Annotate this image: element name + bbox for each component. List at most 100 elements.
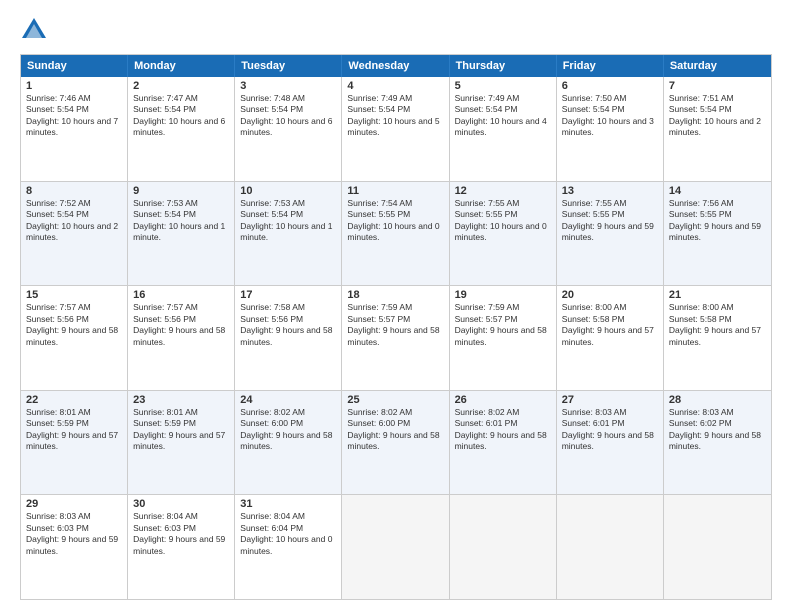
cell-info: Sunrise: 7:50 AMSunset: 5:54 PMDaylight:… xyxy=(562,93,658,139)
calendar-cell: 19Sunrise: 7:59 AMSunset: 5:57 PMDayligh… xyxy=(450,286,557,390)
calendar-cell-empty xyxy=(557,495,664,599)
calendar-cell: 14Sunrise: 7:56 AMSunset: 5:55 PMDayligh… xyxy=(664,182,771,286)
cell-info: Sunrise: 8:02 AMSunset: 6:00 PMDaylight:… xyxy=(347,407,443,453)
cell-day: 5 xyxy=(455,80,551,92)
calendar-cell: 16Sunrise: 7:57 AMSunset: 5:56 PMDayligh… xyxy=(128,286,235,390)
logo-icon xyxy=(20,16,48,44)
cell-day: 14 xyxy=(669,185,766,197)
cell-info: Sunrise: 7:53 AMSunset: 5:54 PMDaylight:… xyxy=(240,198,336,244)
header xyxy=(20,16,772,44)
cell-info: Sunrise: 7:57 AMSunset: 5:56 PMDaylight:… xyxy=(26,302,122,348)
calendar-cell: 4Sunrise: 7:49 AMSunset: 5:54 PMDaylight… xyxy=(342,77,449,181)
cell-info: Sunrise: 7:59 AMSunset: 5:57 PMDaylight:… xyxy=(347,302,443,348)
cell-day: 20 xyxy=(562,289,658,301)
calendar-cell: 24Sunrise: 8:02 AMSunset: 6:00 PMDayligh… xyxy=(235,391,342,495)
cell-day: 3 xyxy=(240,80,336,92)
cell-info: Sunrise: 8:03 AMSunset: 6:02 PMDaylight:… xyxy=(669,407,766,453)
calendar-cell: 28Sunrise: 8:03 AMSunset: 6:02 PMDayligh… xyxy=(664,391,771,495)
cell-info: Sunrise: 7:55 AMSunset: 5:55 PMDaylight:… xyxy=(562,198,658,244)
calendar: SundayMondayTuesdayWednesdayThursdayFrid… xyxy=(20,54,772,600)
cell-info: Sunrise: 8:01 AMSunset: 5:59 PMDaylight:… xyxy=(26,407,122,453)
calendar-cell: 11Sunrise: 7:54 AMSunset: 5:55 PMDayligh… xyxy=(342,182,449,286)
cell-day: 13 xyxy=(562,185,658,197)
logo xyxy=(20,16,52,44)
calendar-cell: 10Sunrise: 7:53 AMSunset: 5:54 PMDayligh… xyxy=(235,182,342,286)
cell-day: 6 xyxy=(562,80,658,92)
cell-day: 12 xyxy=(455,185,551,197)
cell-day: 30 xyxy=(133,498,229,510)
cell-info: Sunrise: 7:49 AMSunset: 5:54 PMDaylight:… xyxy=(455,93,551,139)
cell-info: Sunrise: 8:04 AMSunset: 6:03 PMDaylight:… xyxy=(133,511,229,557)
cell-day: 8 xyxy=(26,185,122,197)
calendar-header: SundayMondayTuesdayWednesdayThursdayFrid… xyxy=(21,55,771,77)
cell-info: Sunrise: 8:03 AMSunset: 6:01 PMDaylight:… xyxy=(562,407,658,453)
cell-day: 11 xyxy=(347,185,443,197)
cell-day: 22 xyxy=(26,394,122,406)
calendar-row: 1Sunrise: 7:46 AMSunset: 5:54 PMDaylight… xyxy=(21,77,771,181)
weekday-header: Wednesday xyxy=(342,55,449,77)
cell-info: Sunrise: 7:46 AMSunset: 5:54 PMDaylight:… xyxy=(26,93,122,139)
calendar-row: 22Sunrise: 8:01 AMSunset: 5:59 PMDayligh… xyxy=(21,390,771,495)
cell-info: Sunrise: 7:48 AMSunset: 5:54 PMDaylight:… xyxy=(240,93,336,139)
calendar-row: 29Sunrise: 8:03 AMSunset: 6:03 PMDayligh… xyxy=(21,494,771,599)
calendar-cell: 26Sunrise: 8:02 AMSunset: 6:01 PMDayligh… xyxy=(450,391,557,495)
calendar-cell: 17Sunrise: 7:58 AMSunset: 5:56 PMDayligh… xyxy=(235,286,342,390)
weekday-header: Friday xyxy=(557,55,664,77)
cell-info: Sunrise: 8:00 AMSunset: 5:58 PMDaylight:… xyxy=(562,302,658,348)
cell-info: Sunrise: 8:03 AMSunset: 6:03 PMDaylight:… xyxy=(26,511,122,557)
calendar-cell: 13Sunrise: 7:55 AMSunset: 5:55 PMDayligh… xyxy=(557,182,664,286)
cell-day: 17 xyxy=(240,289,336,301)
cell-day: 26 xyxy=(455,394,551,406)
cell-info: Sunrise: 7:47 AMSunset: 5:54 PMDaylight:… xyxy=(133,93,229,139)
calendar-cell: 25Sunrise: 8:02 AMSunset: 6:00 PMDayligh… xyxy=(342,391,449,495)
calendar-cell: 1Sunrise: 7:46 AMSunset: 5:54 PMDaylight… xyxy=(21,77,128,181)
calendar-cell: 6Sunrise: 7:50 AMSunset: 5:54 PMDaylight… xyxy=(557,77,664,181)
cell-day: 31 xyxy=(240,498,336,510)
cell-day: 19 xyxy=(455,289,551,301)
cell-info: Sunrise: 8:01 AMSunset: 5:59 PMDaylight:… xyxy=(133,407,229,453)
calendar-cell: 9Sunrise: 7:53 AMSunset: 5:54 PMDaylight… xyxy=(128,182,235,286)
cell-day: 10 xyxy=(240,185,336,197)
calendar-cell: 18Sunrise: 7:59 AMSunset: 5:57 PMDayligh… xyxy=(342,286,449,390)
cell-info: Sunrise: 8:04 AMSunset: 6:04 PMDaylight:… xyxy=(240,511,336,557)
calendar-body: 1Sunrise: 7:46 AMSunset: 5:54 PMDaylight… xyxy=(21,77,771,599)
cell-info: Sunrise: 8:00 AMSunset: 5:58 PMDaylight:… xyxy=(669,302,766,348)
calendar-cell: 20Sunrise: 8:00 AMSunset: 5:58 PMDayligh… xyxy=(557,286,664,390)
weekday-header: Sunday xyxy=(21,55,128,77)
cell-day: 29 xyxy=(26,498,122,510)
cell-info: Sunrise: 7:54 AMSunset: 5:55 PMDaylight:… xyxy=(347,198,443,244)
cell-day: 1 xyxy=(26,80,122,92)
cell-info: Sunrise: 7:49 AMSunset: 5:54 PMDaylight:… xyxy=(347,93,443,139)
calendar-cell: 27Sunrise: 8:03 AMSunset: 6:01 PMDayligh… xyxy=(557,391,664,495)
calendar-cell: 21Sunrise: 8:00 AMSunset: 5:58 PMDayligh… xyxy=(664,286,771,390)
cell-day: 18 xyxy=(347,289,443,301)
cell-info: Sunrise: 7:55 AMSunset: 5:55 PMDaylight:… xyxy=(455,198,551,244)
cell-info: Sunrise: 7:53 AMSunset: 5:54 PMDaylight:… xyxy=(133,198,229,244)
calendar-row: 8Sunrise: 7:52 AMSunset: 5:54 PMDaylight… xyxy=(21,181,771,286)
cell-day: 27 xyxy=(562,394,658,406)
weekday-header: Saturday xyxy=(664,55,771,77)
cell-info: Sunrise: 7:56 AMSunset: 5:55 PMDaylight:… xyxy=(669,198,766,244)
cell-info: Sunrise: 8:02 AMSunset: 6:01 PMDaylight:… xyxy=(455,407,551,453)
cell-day: 23 xyxy=(133,394,229,406)
calendar-cell-empty xyxy=(450,495,557,599)
cell-info: Sunrise: 7:59 AMSunset: 5:57 PMDaylight:… xyxy=(455,302,551,348)
weekday-header: Monday xyxy=(128,55,235,77)
calendar-cell: 2Sunrise: 7:47 AMSunset: 5:54 PMDaylight… xyxy=(128,77,235,181)
calendar-cell: 29Sunrise: 8:03 AMSunset: 6:03 PMDayligh… xyxy=(21,495,128,599)
cell-info: Sunrise: 7:58 AMSunset: 5:56 PMDaylight:… xyxy=(240,302,336,348)
calendar-cell: 5Sunrise: 7:49 AMSunset: 5:54 PMDaylight… xyxy=(450,77,557,181)
cell-day: 28 xyxy=(669,394,766,406)
calendar-cell-empty xyxy=(342,495,449,599)
calendar-cell: 23Sunrise: 8:01 AMSunset: 5:59 PMDayligh… xyxy=(128,391,235,495)
cell-day: 7 xyxy=(669,80,766,92)
cell-day: 4 xyxy=(347,80,443,92)
weekday-header: Tuesday xyxy=(235,55,342,77)
cell-info: Sunrise: 7:52 AMSunset: 5:54 PMDaylight:… xyxy=(26,198,122,244)
calendar-cell: 30Sunrise: 8:04 AMSunset: 6:03 PMDayligh… xyxy=(128,495,235,599)
calendar-cell-empty xyxy=(664,495,771,599)
calendar-cell: 31Sunrise: 8:04 AMSunset: 6:04 PMDayligh… xyxy=(235,495,342,599)
calendar-cell: 7Sunrise: 7:51 AMSunset: 5:54 PMDaylight… xyxy=(664,77,771,181)
calendar-cell: 8Sunrise: 7:52 AMSunset: 5:54 PMDaylight… xyxy=(21,182,128,286)
cell-info: Sunrise: 8:02 AMSunset: 6:00 PMDaylight:… xyxy=(240,407,336,453)
